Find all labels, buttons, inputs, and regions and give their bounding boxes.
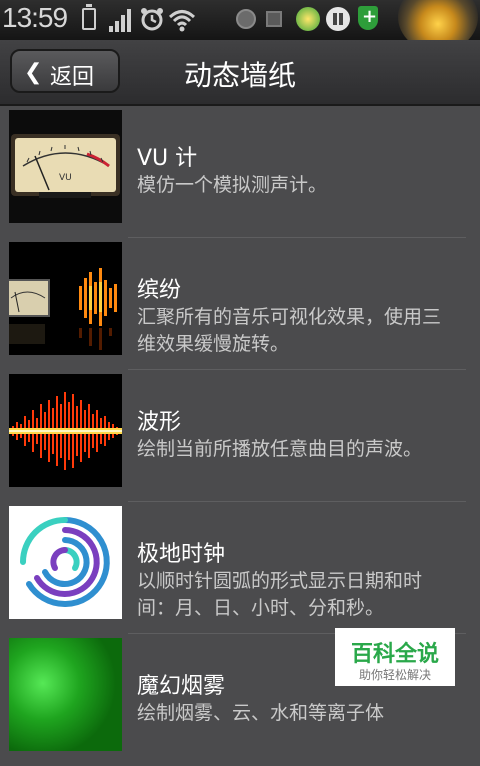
watermark-subtitle: 助你轻松解决 — [358, 668, 431, 682]
battery-icon — [82, 4, 96, 30]
vu-meter-thumbnail: VU — [9, 110, 122, 223]
watermark-title: 百科全说 — [350, 642, 439, 667]
polar-clock-thumbnail — [9, 506, 122, 619]
item-title: VU 计 — [137, 146, 198, 171]
list-item[interactable]: 极地时钟 以顺时针圆弧的形式显示日期和时间：月、日、小时、分和秒。 — [0, 502, 480, 634]
item-title: 缤纷 — [137, 278, 182, 303]
title-bar: ❮ 返回 动态墙纸 — [0, 40, 480, 106]
status-bar: 13:59 — [0, 0, 480, 52]
wifi-icon — [168, 10, 196, 32]
item-description: 模仿一个模拟测声计。 — [137, 174, 328, 196]
app-icon — [236, 9, 256, 29]
item-title: 魔幻烟雾 — [137, 674, 226, 699]
app-icon — [296, 7, 320, 31]
alarm-icon — [141, 8, 163, 31]
app-icon — [266, 11, 282, 27]
item-description: 以顺时针圆弧的形式显示日期和时间：月、日、小时、分和秒。 — [137, 570, 423, 619]
svg-text:VU: VU — [59, 173, 72, 183]
item-description: 绘制烟雾、云、水和等离子体 — [137, 702, 385, 724]
list-item[interactable]: 缤纷 汇聚所有的音乐可视化效果，使用三维效果缓慢旋转。 — [0, 238, 480, 370]
visualizer-thumbnail — [9, 242, 122, 355]
item-description: 汇聚所有的音乐可视化效果，使用三维效果缓慢旋转。 — [137, 306, 442, 355]
page-title: 动态墙纸 — [183, 59, 296, 92]
list-item[interactable]: 波形 绘制当前所播放任意曲目的声波。 — [0, 370, 480, 502]
list-item[interactable]: VU VU 计 模仿一个模拟测声计。 — [0, 106, 480, 238]
item-title: 波形 — [137, 410, 182, 435]
smoke-thumbnail — [9, 638, 122, 751]
pause-icon — [326, 7, 350, 31]
waveform-thumbnail — [9, 374, 122, 487]
watermark-logo: 百科全说 助你轻松解决 — [335, 628, 455, 686]
status-time: 13:59 — [2, 2, 68, 33]
item-description: 绘制当前所播放任意曲目的声波。 — [137, 438, 423, 460]
signal-icon — [109, 9, 131, 32]
shield-icon — [358, 6, 378, 30]
item-title: 极地时钟 — [137, 542, 226, 567]
